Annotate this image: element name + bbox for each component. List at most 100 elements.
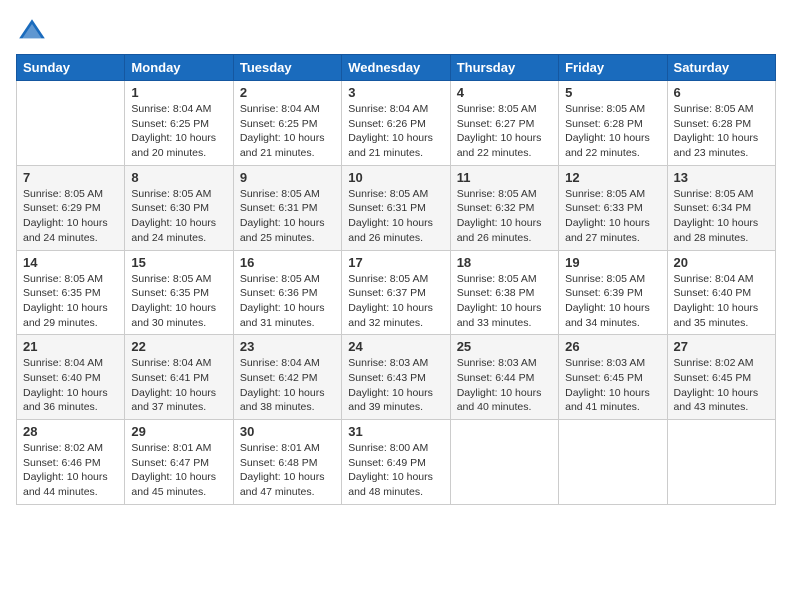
calendar-cell: 11 Sunrise: 8:05 AM Sunset: 6:32 PM Dayli… <box>450 165 558 250</box>
day-number: 11 <box>457 170 552 185</box>
day-info: Sunrise: 8:04 AM Sunset: 6:25 PM Dayligh… <box>131 102 226 161</box>
calendar-cell: 17 Sunrise: 8:05 AM Sunset: 6:37 PM Dayli… <box>342 250 450 335</box>
day-number: 30 <box>240 424 335 439</box>
calendar-week-2: 7 Sunrise: 8:05 AM Sunset: 6:29 PM Daylig… <box>17 165 776 250</box>
day-number: 6 <box>674 85 769 100</box>
calendar-cell: 26Sunrise: 8:03 AM Sunset: 6:45 PM Dayli… <box>559 335 667 420</box>
page-header <box>16 16 776 48</box>
calendar-table: SundayMondayTuesdayWednesdayThursdayFrid… <box>16 54 776 505</box>
calendar-cell: 2 Sunrise: 8:04 AM Sunset: 6:25 PM Daylig… <box>233 81 341 166</box>
day-number: 2 <box>240 85 335 100</box>
calendar-cell <box>667 420 775 505</box>
day-info: Sunrise: 8:05 AM Sunset: 6:36 PM Dayligh… <box>240 272 335 331</box>
calendar-cell: 25Sunrise: 8:03 AM Sunset: 6:44 PM Dayli… <box>450 335 558 420</box>
calendar-cell: 29 Sunrise: 8:01 AM Sunset: 6:47 PM Dayli… <box>125 420 233 505</box>
day-info: Sunrise: 8:02 AM Sunset: 6:45 PM Dayligh… <box>674 356 769 415</box>
day-number: 7 <box>23 170 118 185</box>
calendar-cell: 5 Sunrise: 8:05 AM Sunset: 6:28 PM Daylig… <box>559 81 667 166</box>
calendar-cell: 31 Sunrise: 8:00 AM Sunset: 6:49 PM Dayli… <box>342 420 450 505</box>
day-info: Sunrise: 8:03 AM Sunset: 6:44 PM Dayligh… <box>457 356 552 415</box>
day-number: 17 <box>348 255 443 270</box>
day-info: Sunrise: 8:01 AM Sunset: 6:48 PM Dayligh… <box>240 441 335 500</box>
day-number: 8 <box>131 170 226 185</box>
calendar-week-3: 14Sunrise: 8:05 AM Sunset: 6:35 PM Dayli… <box>17 250 776 335</box>
day-info: Sunrise: 8:05 AM Sunset: 6:37 PM Dayligh… <box>348 272 443 331</box>
calendar-cell: 16 Sunrise: 8:05 AM Sunset: 6:36 PM Dayli… <box>233 250 341 335</box>
calendar-cell: 8 Sunrise: 8:05 AM Sunset: 6:30 PM Daylig… <box>125 165 233 250</box>
calendar-cell: 20Sunrise: 8:04 AM Sunset: 6:40 PM Dayli… <box>667 250 775 335</box>
day-number: 13 <box>674 170 769 185</box>
calendar-cell: 3 Sunrise: 8:04 AM Sunset: 6:26 PM Daylig… <box>342 81 450 166</box>
day-info: Sunrise: 8:04 AM Sunset: 6:42 PM Dayligh… <box>240 356 335 415</box>
logo-icon <box>16 16 48 48</box>
calendar-cell <box>17 81 125 166</box>
column-header-saturday: Saturday <box>667 55 775 81</box>
calendar-cell: 24 Sunrise: 8:03 AM Sunset: 6:43 PM Dayli… <box>342 335 450 420</box>
day-info: Sunrise: 8:05 AM Sunset: 6:33 PM Dayligh… <box>565 187 660 246</box>
calendar-cell: 27 Sunrise: 8:02 AM Sunset: 6:45 PM Dayli… <box>667 335 775 420</box>
day-info: Sunrise: 8:05 AM Sunset: 6:27 PM Dayligh… <box>457 102 552 161</box>
column-header-tuesday: Tuesday <box>233 55 341 81</box>
calendar-cell: 30 Sunrise: 8:01 AM Sunset: 6:48 PM Dayli… <box>233 420 341 505</box>
day-number: 24 <box>348 339 443 354</box>
day-number: 19 <box>565 255 660 270</box>
day-info: Sunrise: 8:05 AM Sunset: 6:38 PM Dayligh… <box>457 272 552 331</box>
day-number: 29 <box>131 424 226 439</box>
calendar-cell: 14Sunrise: 8:05 AM Sunset: 6:35 PM Dayli… <box>17 250 125 335</box>
column-header-thursday: Thursday <box>450 55 558 81</box>
day-info: Sunrise: 8:03 AM Sunset: 6:45 PM Dayligh… <box>565 356 660 415</box>
calendar-week-5: 28 Sunrise: 8:02 AM Sunset: 6:46 PM Dayli… <box>17 420 776 505</box>
day-number: 28 <box>23 424 118 439</box>
column-header-wednesday: Wednesday <box>342 55 450 81</box>
calendar-cell: 10 Sunrise: 8:05 AM Sunset: 6:31 PM Dayli… <box>342 165 450 250</box>
day-number: 10 <box>348 170 443 185</box>
day-info: Sunrise: 8:04 AM Sunset: 6:26 PM Dayligh… <box>348 102 443 161</box>
day-info: Sunrise: 8:05 AM Sunset: 6:28 PM Dayligh… <box>565 102 660 161</box>
day-number: 3 <box>348 85 443 100</box>
calendar-cell: 9 Sunrise: 8:05 AM Sunset: 6:31 PM Daylig… <box>233 165 341 250</box>
calendar-week-4: 21 Sunrise: 8:04 AM Sunset: 6:40 PM Dayli… <box>17 335 776 420</box>
day-number: 4 <box>457 85 552 100</box>
day-info: Sunrise: 8:05 AM Sunset: 6:29 PM Dayligh… <box>23 187 118 246</box>
calendar-cell: 21 Sunrise: 8:04 AM Sunset: 6:40 PM Dayli… <box>17 335 125 420</box>
day-number: 14 <box>23 255 118 270</box>
calendar-cell: 22 Sunrise: 8:04 AM Sunset: 6:41 PM Dayli… <box>125 335 233 420</box>
day-info: Sunrise: 8:05 AM Sunset: 6:28 PM Dayligh… <box>674 102 769 161</box>
calendar-cell: 13 Sunrise: 8:05 AM Sunset: 6:34 PM Dayli… <box>667 165 775 250</box>
day-info: Sunrise: 8:04 AM Sunset: 6:40 PM Dayligh… <box>23 356 118 415</box>
day-number: 15 <box>131 255 226 270</box>
day-info: Sunrise: 8:05 AM Sunset: 6:39 PM Dayligh… <box>565 272 660 331</box>
calendar-cell: 7 Sunrise: 8:05 AM Sunset: 6:29 PM Daylig… <box>17 165 125 250</box>
day-number: 27 <box>674 339 769 354</box>
day-info: Sunrise: 8:03 AM Sunset: 6:43 PM Dayligh… <box>348 356 443 415</box>
day-info: Sunrise: 8:04 AM Sunset: 6:25 PM Dayligh… <box>240 102 335 161</box>
calendar-cell: 6 Sunrise: 8:05 AM Sunset: 6:28 PM Daylig… <box>667 81 775 166</box>
day-info: Sunrise: 8:04 AM Sunset: 6:41 PM Dayligh… <box>131 356 226 415</box>
day-number: 9 <box>240 170 335 185</box>
calendar-cell <box>559 420 667 505</box>
calendar-cell <box>450 420 558 505</box>
day-info: Sunrise: 8:05 AM Sunset: 6:34 PM Dayligh… <box>674 187 769 246</box>
day-info: Sunrise: 8:05 AM Sunset: 6:30 PM Dayligh… <box>131 187 226 246</box>
calendar-header-row: SundayMondayTuesdayWednesdayThursdayFrid… <box>17 55 776 81</box>
day-info: Sunrise: 8:05 AM Sunset: 6:31 PM Dayligh… <box>240 187 335 246</box>
calendar-cell: 1Sunrise: 8:04 AM Sunset: 6:25 PM Daylig… <box>125 81 233 166</box>
column-header-monday: Monday <box>125 55 233 81</box>
day-number: 12 <box>565 170 660 185</box>
day-number: 23 <box>240 339 335 354</box>
calendar-cell: 23 Sunrise: 8:04 AM Sunset: 6:42 PM Dayli… <box>233 335 341 420</box>
day-info: Sunrise: 8:05 AM Sunset: 6:32 PM Dayligh… <box>457 187 552 246</box>
day-number: 16 <box>240 255 335 270</box>
day-info: Sunrise: 8:02 AM Sunset: 6:46 PM Dayligh… <box>23 441 118 500</box>
day-number: 21 <box>23 339 118 354</box>
day-number: 5 <box>565 85 660 100</box>
day-info: Sunrise: 8:00 AM Sunset: 6:49 PM Dayligh… <box>348 441 443 500</box>
day-number: 31 <box>348 424 443 439</box>
calendar-cell: 18 Sunrise: 8:05 AM Sunset: 6:38 PM Dayli… <box>450 250 558 335</box>
calendar-cell: 19 Sunrise: 8:05 AM Sunset: 6:39 PM Dayli… <box>559 250 667 335</box>
day-number: 22 <box>131 339 226 354</box>
day-info: Sunrise: 8:05 AM Sunset: 6:31 PM Dayligh… <box>348 187 443 246</box>
calendar-cell: 28 Sunrise: 8:02 AM Sunset: 6:46 PM Dayli… <box>17 420 125 505</box>
day-number: 18 <box>457 255 552 270</box>
day-info: Sunrise: 8:01 AM Sunset: 6:47 PM Dayligh… <box>131 441 226 500</box>
